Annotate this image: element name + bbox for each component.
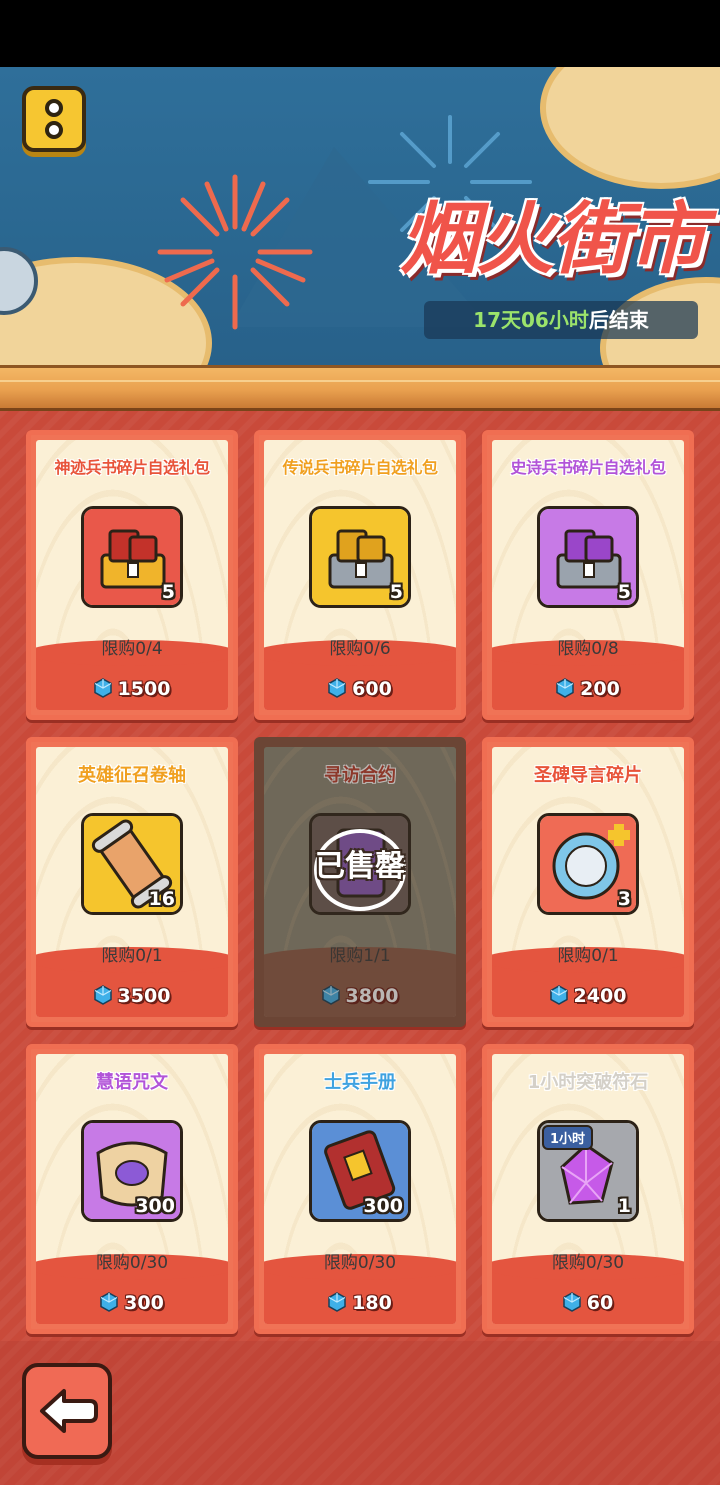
soldier-book-icon: 300: [309, 1120, 411, 1222]
price-band: [264, 947, 456, 1017]
card-body: 英雄征召卷轴 16 限购0/1 3500: [36, 747, 228, 1017]
gem-icon: [321, 985, 340, 1005]
firework-red-icon: [157, 174, 313, 330]
gem-icon: [328, 678, 346, 698]
price-value: 3800: [345, 985, 399, 1007]
gem-icon: [563, 1292, 581, 1312]
item-price[interactable]: 1500: [36, 678, 228, 700]
shop-item-card[interactable]: 圣碑导言碎片 3 限购0/1 2400: [482, 737, 694, 1027]
stele-fragment-icon: 3: [537, 813, 639, 915]
gem-icon: [100, 1292, 118, 1312]
item-name: 英雄征召卷轴: [78, 765, 186, 786]
shop-item-card[interactable]: 神迹兵书碎片自选礼包 5 限购0/4 1500: [26, 430, 238, 720]
item-name: 圣碑导言碎片: [534, 765, 642, 786]
item-name: 史诗兵书碎片自选礼包: [510, 458, 666, 477]
item-price[interactable]: 200: [492, 678, 684, 700]
purchase-limit: 限购0/4: [101, 639, 163, 659]
item-price[interactable]: 60: [492, 1292, 684, 1314]
status-bar: [0, 0, 720, 67]
item-quantity: 300: [363, 1195, 403, 1217]
purchase-limit: 限购0/30: [323, 1253, 397, 1273]
card-body: 士兵手册 300 限购0/30 180: [264, 1054, 456, 1324]
price-value: 300: [124, 1292, 164, 1314]
duration-badge: 1小时: [542, 1125, 594, 1150]
item-quantity: 5: [389, 581, 403, 603]
item-quantity: 5: [161, 581, 175, 603]
gem-icon: [93, 678, 112, 698]
price-value: 180: [352, 1292, 392, 1314]
info-dot-icon: [45, 99, 63, 117]
item-price[interactable]: 3800: [264, 985, 456, 1007]
card-body: 传说兵书碎片自选礼包 5 限购0/6 600: [264, 440, 456, 710]
item-price[interactable]: 2400: [492, 985, 684, 1007]
event-timer: 17天06小时后结束: [424, 301, 698, 339]
purchase-limit: 限购0/1: [557, 946, 619, 966]
hero-scroll-icon: 16: [81, 813, 183, 915]
price-value: 600: [352, 678, 392, 700]
shop-grid: 神迹兵书碎片自选礼包 5 限购0/4 1500 传说兵书碎片自选礼包 5 限购0…: [0, 411, 720, 1341]
red-chest-icon: 5: [81, 506, 183, 608]
item-quantity: 1: [617, 1195, 631, 1217]
item-name: 士兵手册: [324, 1072, 396, 1093]
gem-icon: [549, 985, 568, 1005]
shop-item-card[interactable]: 传说兵书碎片自选礼包 5 限购0/6 600: [254, 430, 466, 720]
card-body: 神迹兵书碎片自选礼包 5 限购0/4 1500: [36, 440, 228, 710]
shop-item-card[interactable]: 1小时突破符石 1小时 1 限购0/30 60: [482, 1044, 694, 1334]
back-arrow-icon: [40, 1389, 98, 1433]
item-price[interactable]: 3500: [36, 985, 228, 1007]
purchase-limit: 限购0/8: [557, 639, 619, 659]
purchase-limit: 限购0/30: [551, 1253, 625, 1273]
event-title: 烟火街市: [399, 194, 706, 285]
item-quantity: 16: [148, 888, 175, 910]
price-value: 1500: [117, 678, 171, 700]
sold-out-stamp: 已售罄: [315, 849, 405, 884]
wooden-shelf: [0, 365, 720, 411]
item-price[interactable]: 180: [264, 1292, 456, 1314]
shop-item-card[interactable]: 士兵手册 300 限购0/30 180: [254, 1044, 466, 1334]
purchase-limit: 限购0/6: [329, 639, 391, 659]
price-value: 2400: [573, 985, 627, 1007]
item-name: 寻访合约: [324, 765, 396, 786]
price-value: 200: [580, 678, 620, 700]
purple-chest-icon: 5: [537, 506, 639, 608]
spell-scroll-icon: 300: [81, 1120, 183, 1222]
item-name: 传说兵书碎片自选礼包: [282, 458, 438, 477]
price-value: 3500: [117, 985, 171, 1007]
timer-days: 17天06小时: [473, 308, 589, 332]
info-dot-icon: [45, 121, 63, 139]
shop-item-card[interactable]: 英雄征召卷轴 16 限购0/1 3500: [26, 737, 238, 1027]
item-name: 慧语咒文: [96, 1072, 168, 1093]
breakthrough-gem-icon: 1小时 1: [537, 1120, 639, 1222]
card-body: 圣碑导言碎片 3 限购0/1 2400: [492, 747, 684, 1017]
card-body: 史诗兵书碎片自选礼包 5 限购0/8 200: [492, 440, 684, 710]
price-value: 60: [586, 1292, 614, 1314]
item-price[interactable]: 600: [264, 678, 456, 700]
item-name: 1小时突破符石: [527, 1072, 649, 1093]
card-body: 寻访合约 已售罄 限购1/1 3800: [264, 747, 456, 1017]
timer-suffix: 后结束: [588, 308, 649, 332]
gem-icon: [556, 678, 574, 698]
shop-item-card[interactable]: 史诗兵书碎片自选礼包 5 限购0/8 200: [482, 430, 694, 720]
purchase-limit: 限购0/30: [95, 1253, 169, 1273]
purchase-limit: 限购0/1: [101, 946, 163, 966]
gem-icon: [93, 985, 112, 1005]
item-price[interactable]: 300: [36, 1292, 228, 1314]
event-banner: 烟火街市 17天06小时后结束: [0, 67, 720, 365]
card-body: 1小时突破符石 1小时 1 限购0/30 60: [492, 1054, 684, 1324]
cloud-decor: [540, 67, 720, 189]
gem-icon: [328, 1292, 346, 1312]
card-body: 慧语咒文 300 限购0/30 300: [36, 1054, 228, 1324]
item-name: 神迹兵书碎片自选礼包: [54, 458, 210, 477]
item-quantity: 5: [617, 581, 631, 603]
item-quantity: 3: [617, 888, 631, 910]
shop-item-card[interactable]: 寻访合约 已售罄 限购1/1 3800: [254, 737, 466, 1027]
purchase-limit: 限购1/1: [329, 946, 391, 966]
item-quantity: 300: [135, 1195, 175, 1217]
back-button[interactable]: [22, 1363, 112, 1459]
info-button[interactable]: [22, 86, 86, 152]
shop-item-card[interactable]: 慧语咒文 300 限购0/30 300: [26, 1044, 238, 1334]
gold-chest-icon: 5: [309, 506, 411, 608]
